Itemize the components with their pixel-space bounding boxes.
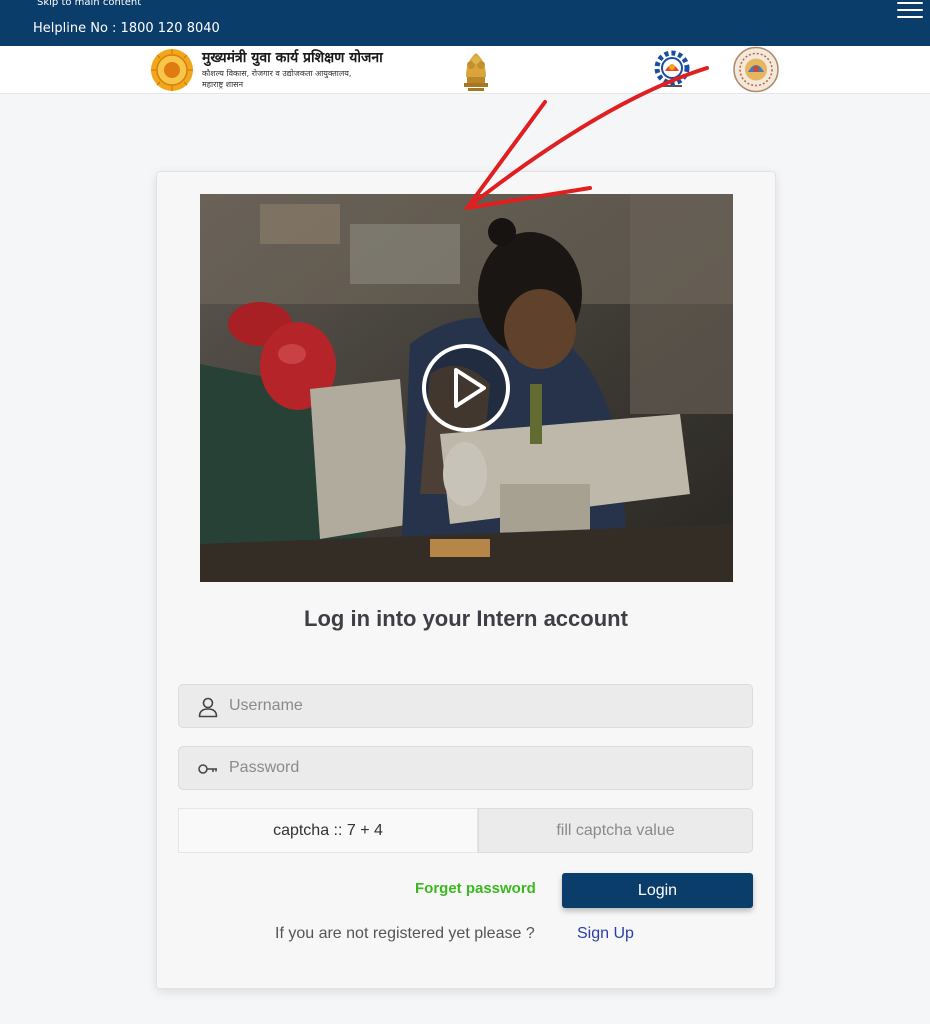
top-header-bar: Skip to main content Helpline No : 1800 …: [0, 0, 930, 46]
key-icon: [198, 764, 217, 774]
password-input[interactable]: [229, 747, 739, 789]
scheme-department: कौशल्य विकास, रोजगार व उद्योजकता आयुक्ता…: [202, 69, 352, 78]
logo-strip: मुख्यमंत्री युवा कार्य प्रशिक्षण योजना क…: [0, 46, 930, 94]
register-prompt: If you are not registered yet please ?: [275, 925, 535, 942]
helpline-number: Helpline No : 1800 120 8040: [33, 21, 220, 36]
password-field[interactable]: [178, 746, 753, 790]
skill-department-gear-logo: [654, 50, 690, 87]
username-field[interactable]: [178, 684, 753, 728]
scheme-government: महाराष्ट्र शासन: [202, 80, 244, 89]
forget-password-link[interactable]: Forget password: [415, 880, 536, 897]
captcha-row: captcha :: 7 + 4: [178, 808, 753, 853]
login-button[interactable]: Login: [562, 873, 753, 908]
hamburger-icon[interactable]: [897, 2, 923, 22]
play-icon[interactable]: [421, 343, 511, 433]
user-icon: [198, 697, 218, 718]
skip-to-content-link[interactable]: Skip to main content: [37, 0, 141, 8]
institute-round-logo: [733, 46, 779, 93]
captcha-input[interactable]: [478, 808, 753, 853]
username-input[interactable]: [229, 685, 739, 727]
captcha-question: captcha :: 7 + 4: [178, 808, 478, 853]
scheme-title: मुख्यमंत्री युवा कार्य प्रशिक्षण योजना: [202, 50, 383, 66]
sign-up-link[interactable]: Sign Up: [577, 925, 634, 943]
maharashtra-seal-logo: [151, 49, 193, 91]
national-emblem-logo: [464, 53, 488, 91]
login-title: Log in into your Intern account: [304, 606, 628, 631]
